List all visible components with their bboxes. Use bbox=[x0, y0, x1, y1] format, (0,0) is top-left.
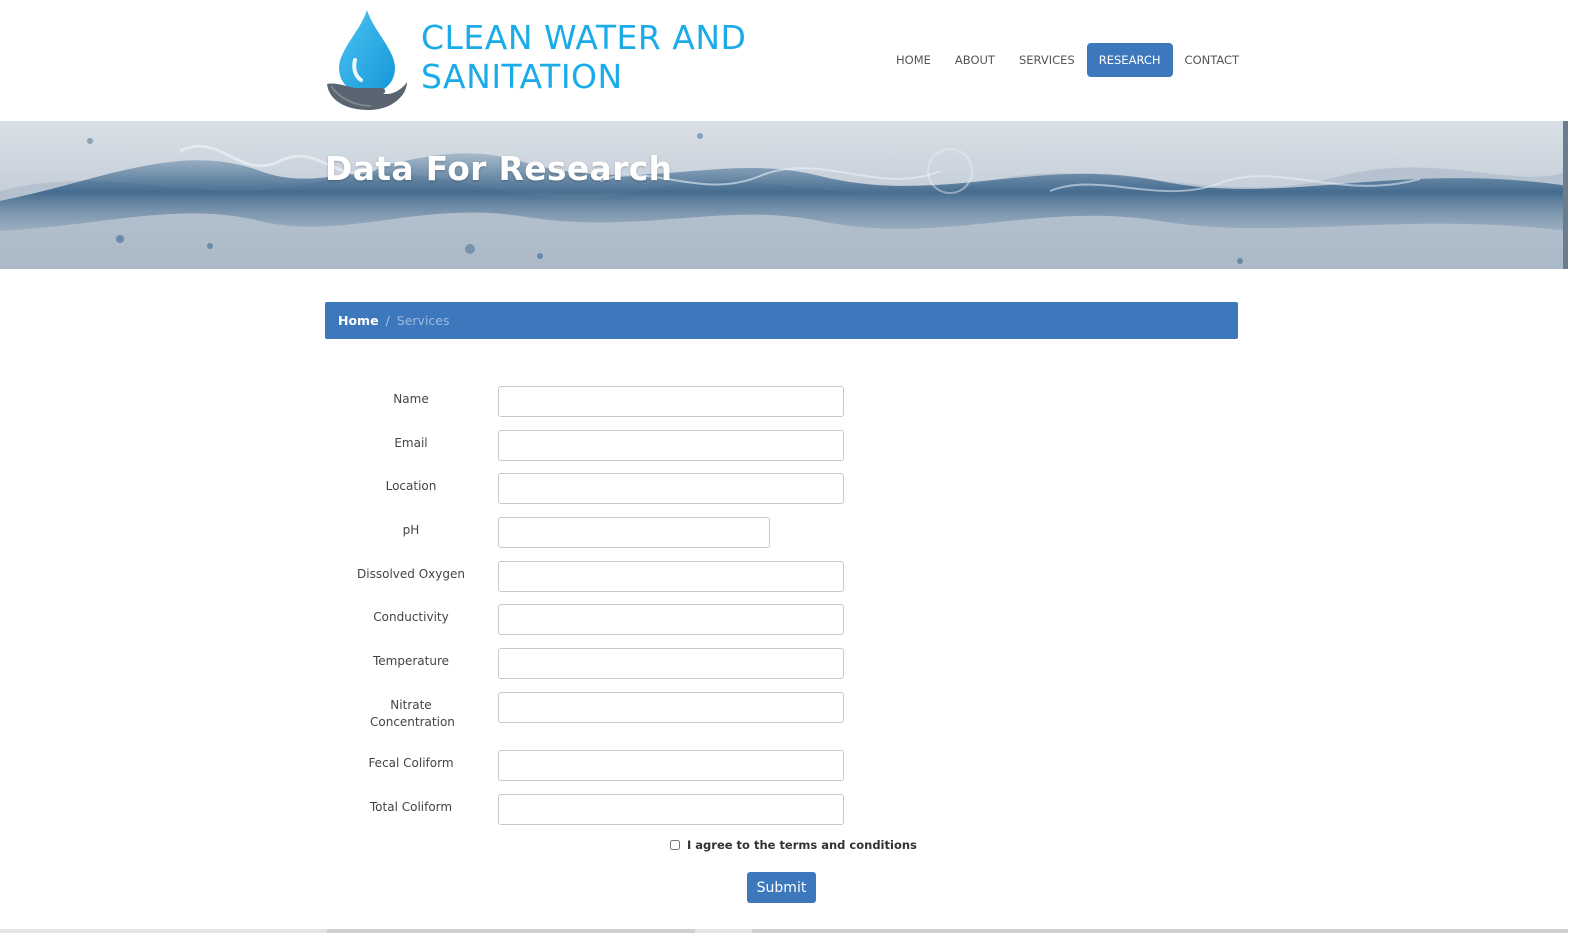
location-label: Location bbox=[385, 479, 437, 493]
footer-divider-left bbox=[327, 929, 695, 933]
page-title: Data For Research bbox=[325, 149, 673, 188]
ph-label: pH bbox=[402, 523, 420, 537]
terms-label: I agree to the terms and conditions bbox=[687, 838, 917, 852]
email-label: Email bbox=[394, 436, 428, 450]
nav-contact[interactable]: CONTACT bbox=[1173, 43, 1252, 77]
nav-about[interactable]: ABOUT bbox=[943, 43, 1007, 77]
banner-edge bbox=[1563, 121, 1568, 269]
nav-services[interactable]: SERVICES bbox=[1007, 43, 1087, 77]
site-header: CLEAN WATER AND SANITATION HOME ABOUT SE… bbox=[0, 0, 1588, 121]
brand-title[interactable]: CLEAN WATER AND SANITATION bbox=[421, 18, 821, 96]
brand-title-line1: CLEAN WATER AND bbox=[421, 18, 747, 57]
dissolved-oxygen-label: Dissolved Oxygen bbox=[357, 567, 465, 581]
email-input[interactable] bbox=[498, 430, 844, 461]
conductivity-input[interactable] bbox=[498, 604, 844, 635]
breadcrumb-home-link[interactable]: Home bbox=[338, 313, 379, 328]
water-drop-hand-icon[interactable] bbox=[325, 8, 409, 112]
breadcrumb-separator: / bbox=[385, 313, 390, 328]
ph-input[interactable] bbox=[498, 517, 770, 548]
submit-button[interactable]: Submit bbox=[747, 872, 816, 903]
dissolved-oxygen-input[interactable] bbox=[498, 561, 844, 592]
main-nav: HOME ABOUT SERVICES RESEARCH CONTACT bbox=[884, 43, 1251, 77]
name-input[interactable] bbox=[498, 386, 844, 417]
temperature-label: Temperature bbox=[372, 654, 449, 668]
water-splash-image bbox=[0, 133, 1568, 269]
page-banner: Data For Research bbox=[0, 121, 1568, 269]
total-coliform-input[interactable] bbox=[498, 794, 844, 825]
nitrate-concentration-input[interactable] bbox=[498, 692, 844, 723]
footer-divider-right bbox=[752, 929, 1568, 933]
terms-row: I agree to the terms and conditions bbox=[670, 838, 917, 852]
conductivity-label: Conductivity bbox=[373, 610, 449, 624]
fecal-coliform-input[interactable] bbox=[498, 750, 844, 781]
fecal-coliform-label: Fecal Coliform bbox=[368, 756, 454, 770]
nav-research[interactable]: RESEARCH bbox=[1086, 43, 1173, 77]
brand-title-line2: SANITATION bbox=[421, 57, 623, 96]
breadcrumb-current: Services bbox=[396, 313, 450, 328]
nav-home[interactable]: HOME bbox=[884, 43, 943, 77]
breadcrumb: Home / Services bbox=[325, 302, 1238, 339]
name-label: Name bbox=[393, 392, 429, 406]
location-input[interactable] bbox=[498, 473, 844, 504]
nitrate-concentration-label: Nitrate Concentration bbox=[370, 698, 455, 729]
temperature-input[interactable] bbox=[498, 648, 844, 679]
terms-checkbox[interactable] bbox=[670, 840, 680, 850]
total-coliform-label: Total Coliform bbox=[369, 800, 453, 814]
